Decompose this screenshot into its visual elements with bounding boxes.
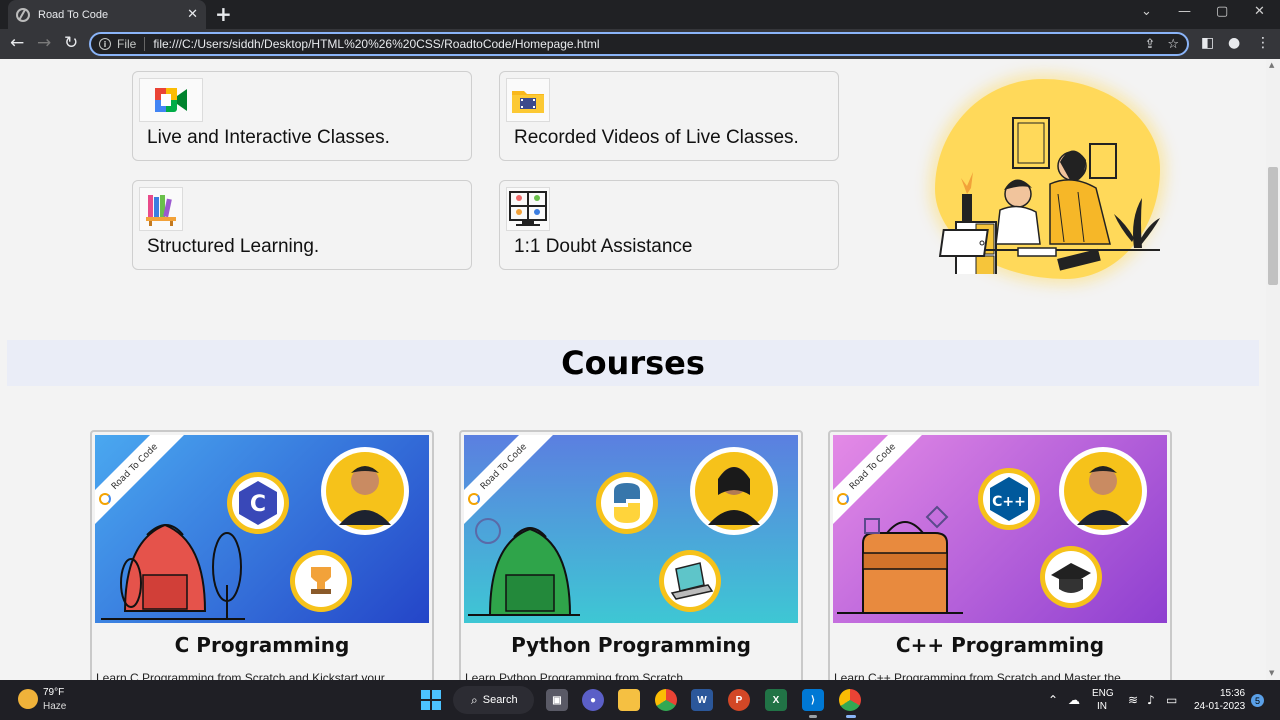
page-scrollbar[interactable]: ▲ ▼ bbox=[1266, 59, 1280, 680]
video-call-grid-icon bbox=[506, 187, 550, 231]
chrome-icon[interactable] bbox=[655, 689, 677, 711]
search-icon: ⌕ bbox=[471, 692, 478, 707]
course-banner-art: C bbox=[101, 447, 409, 620]
task-view-icon[interactable]: ▣ bbox=[546, 689, 568, 711]
browser-tab[interactable]: Road To Code ✕ bbox=[8, 0, 206, 29]
clock-time[interactable]: 15:36 bbox=[1220, 688, 1245, 699]
input-language-bottom[interactable]: IN bbox=[1097, 701, 1107, 712]
course-banner-art: C++ bbox=[837, 447, 1147, 614]
browser-toolbar: ← → ↻ i File file:///C:/Users/siddh/Desk… bbox=[0, 29, 1280, 59]
page-viewport: Live and Interactive Classes. Recorded V… bbox=[0, 59, 1266, 680]
weather-haze-icon[interactable] bbox=[18, 689, 38, 709]
feature-card-structured: Structured Learning. bbox=[132, 180, 472, 270]
new-tab-icon[interactable]: + bbox=[215, 3, 232, 25]
back-arrow-icon[interactable]: ← bbox=[10, 33, 24, 53]
feature-label: 1:1 Doubt Assistance bbox=[514, 236, 693, 257]
course-card-cpp[interactable]: Road To Code C++ C++ Programming Learn C… bbox=[828, 430, 1172, 680]
wifi-icon[interactable]: ≋ bbox=[1128, 693, 1138, 707]
course-card-python[interactable]: Road To Code Python Programming Learn Py… bbox=[459, 430, 803, 680]
bookmark-star-icon[interactable]: ☆ bbox=[1167, 37, 1179, 52]
reload-icon[interactable]: ↻ bbox=[64, 33, 78, 53]
scroll-down-arrow-icon[interactable]: ▼ bbox=[1269, 669, 1274, 677]
course-description: Learn Python Programming from Scratch bbox=[465, 671, 684, 680]
course-title[interactable]: C Programming bbox=[92, 633, 432, 657]
address-bar[interactable]: i File file:///C:/Users/siddh/Desktop/HT… bbox=[89, 32, 1189, 56]
feature-card-recorded: Recorded Videos of Live Classes. bbox=[499, 71, 839, 161]
excel-icon[interactable]: X bbox=[765, 689, 787, 711]
chrome-active-icon[interactable] bbox=[839, 689, 861, 711]
close-tab-icon[interactable]: ✕ bbox=[187, 7, 198, 22]
course-banner-art bbox=[468, 447, 778, 616]
course-description: Learn C++ Programming from Scratch and M… bbox=[834, 671, 1121, 680]
onedrive-offline-icon[interactable]: ☁ bbox=[1068, 693, 1080, 707]
courses-heading-band: Courses bbox=[7, 340, 1259, 386]
volume-icon[interactable]: ♪ bbox=[1147, 693, 1155, 707]
lang-badge-text: C++ bbox=[992, 494, 1026, 510]
chrome-running-indicator bbox=[846, 715, 856, 718]
course-card-c[interactable]: Road To Code C C Programming Learn C Pro… bbox=[90, 430, 434, 680]
scrollbar-thumb[interactable] bbox=[1268, 167, 1278, 285]
browser-tab-bar: Road To Code ✕ + ⌄ — ▢ ✕ bbox=[0, 0, 1280, 29]
tab-search-chevron-icon[interactable]: ⌄ bbox=[1141, 4, 1152, 19]
show-hidden-icons-chevron[interactable]: ⌃ bbox=[1048, 693, 1058, 707]
minimize-icon[interactable]: — bbox=[1178, 4, 1191, 19]
file-explorer-icon[interactable] bbox=[618, 689, 640, 711]
battery-icon[interactable]: ▭ bbox=[1166, 693, 1177, 707]
feature-card-live: Live and Interactive Classes. bbox=[132, 71, 472, 161]
feature-label: Structured Learning. bbox=[147, 236, 320, 257]
side-panel-icon[interactable]: ◧ bbox=[1201, 35, 1214, 51]
books-icon bbox=[139, 187, 183, 231]
powerpoint-icon[interactable]: P bbox=[728, 689, 750, 711]
video-folder-icon bbox=[506, 78, 550, 122]
scroll-up-arrow-icon[interactable]: ▲ bbox=[1269, 61, 1274, 69]
lang-badge-text: C bbox=[250, 492, 266, 517]
info-icon[interactable]: i bbox=[99, 38, 111, 50]
close-window-icon[interactable]: ✕ bbox=[1254, 4, 1265, 19]
taskbar-search-button[interactable]: ⌕ Search bbox=[453, 686, 534, 714]
course-description: Learn C Programming from Scratch and Kic… bbox=[96, 671, 385, 680]
maximize-icon[interactable]: ▢ bbox=[1216, 4, 1228, 19]
menu-kebab-icon[interactable]: ⋮ bbox=[1256, 35, 1270, 51]
course-banner: Road To Code bbox=[464, 435, 798, 623]
url-divider bbox=[144, 37, 146, 51]
share-icon[interactable]: ⇪ bbox=[1144, 37, 1155, 52]
input-language-top[interactable]: ENG bbox=[1092, 688, 1114, 699]
teams-chat-icon[interactable]: ● bbox=[582, 689, 604, 711]
feature-label: Live and Interactive Classes. bbox=[147, 127, 390, 148]
url-text[interactable]: file:///C:/Users/siddh/Desktop/HTML%20%2… bbox=[153, 37, 1132, 51]
course-banner: Road To Code C bbox=[95, 435, 429, 623]
course-title[interactable]: Python Programming bbox=[461, 633, 801, 657]
feature-card-doubt: 1:1 Doubt Assistance bbox=[499, 180, 839, 270]
word-icon[interactable]: W bbox=[691, 689, 713, 711]
weather-condition[interactable]: Haze bbox=[43, 701, 66, 712]
clock-date[interactable]: 24-01-2023 bbox=[1194, 701, 1245, 712]
course-title[interactable]: C++ Programming bbox=[830, 633, 1170, 657]
notification-count-badge[interactable]: 5 bbox=[1251, 694, 1264, 707]
globe-icon bbox=[16, 7, 30, 22]
vscode-running-indicator bbox=[809, 715, 817, 718]
windows-taskbar: 79°F Haze ⌕ Search ▣ ● W P X ⟩ ⌃ ☁ ENG I… bbox=[0, 680, 1280, 720]
tab-title: Road To Code bbox=[38, 8, 109, 21]
courses-heading: Courses bbox=[561, 344, 705, 382]
search-label: Search bbox=[482, 694, 518, 706]
course-banner: Road To Code C++ bbox=[833, 435, 1167, 623]
teacher-student-illustration bbox=[938, 117, 1160, 274]
feature-label: Recorded Videos of Live Classes. bbox=[514, 127, 799, 148]
forward-arrow-icon[interactable]: → bbox=[37, 33, 51, 53]
url-scheme-label: File bbox=[117, 37, 137, 51]
weather-temperature[interactable]: 79°F bbox=[43, 687, 64, 698]
meet-icon bbox=[139, 78, 203, 122]
vscode-icon[interactable]: ⟩ bbox=[802, 689, 824, 711]
start-menu-icon[interactable] bbox=[421, 690, 441, 710]
profile-icon[interactable]: ● bbox=[1228, 35, 1240, 51]
